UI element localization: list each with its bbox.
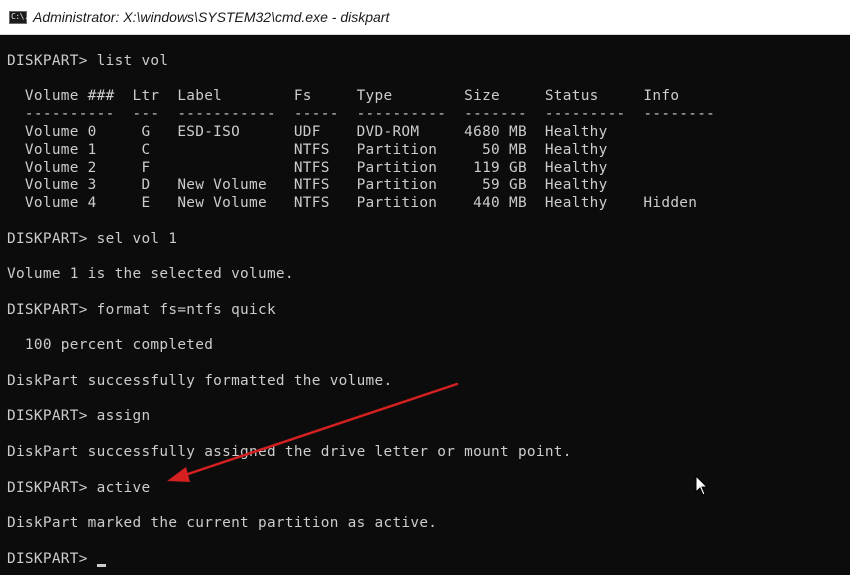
console-line: 100 percent completed: [7, 337, 214, 353]
command-prompt-window[interactable]: C:\. Administrator: X:\windows\SYSTEM32\…: [0, 0, 850, 575]
console-line: Volume ### Ltr Label Fs Type Size Status…: [7, 88, 680, 104]
cmd-icon-glyph: C:\.: [11, 11, 29, 21]
console-line: Volume 1 C NTFS Partition 50 MB Healthy: [7, 142, 608, 158]
console-line: DiskPart marked the current partition as…: [7, 515, 438, 531]
console-prompt[interactable]: DISKPART>: [7, 550, 97, 568]
mouse-pointer-icon: [695, 475, 709, 496]
console-line: DiskPart successfully formatted the volu…: [7, 373, 393, 389]
console-line: ---------- --- ----------- ----- -------…: [7, 106, 716, 122]
console-line: DISKPART> sel vol 1: [7, 231, 178, 247]
text-cursor: [97, 564, 106, 567]
console-line: DISKPART> active: [7, 480, 151, 496]
console-line: DISKPART> assign: [7, 408, 151, 424]
console-line: Volume 0 G ESD-ISO UDF DVD-ROM 4680 MB H…: [7, 124, 608, 140]
console-line: Volume 3 D New Volume NTFS Partition 59 …: [7, 177, 608, 193]
console-line: DISKPART> format fs=ntfs quick: [7, 302, 276, 318]
window-title: Administrator: X:\windows\SYSTEM32\cmd.e…: [33, 9, 390, 25]
console-line: DiskPart successfully assigned the drive…: [7, 444, 572, 460]
console-line: Volume 4 E New Volume NTFS Partition 440…: [7, 195, 698, 211]
console-line: DISKPART> list vol: [7, 53, 169, 69]
console-line: Volume 1 is the selected volume.: [7, 266, 294, 282]
title-bar[interactable]: C:\. Administrator: X:\windows\SYSTEM32\…: [0, 0, 850, 35]
console-output[interactable]: DISKPART> list vol Volume ### Ltr Label …: [0, 35, 850, 575]
cmd-icon: C:\.: [9, 10, 29, 24]
console-line: Volume 2 F NTFS Partition 119 GB Healthy: [7, 160, 608, 176]
